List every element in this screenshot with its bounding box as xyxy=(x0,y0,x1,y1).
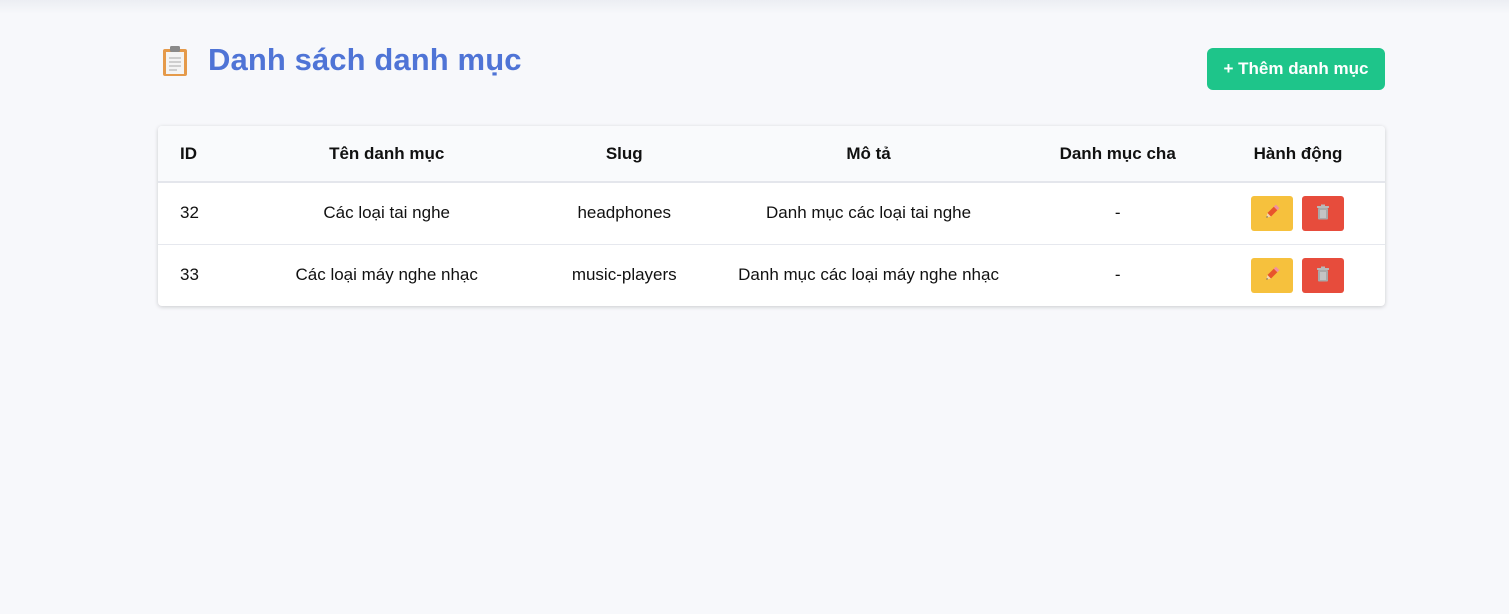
cell-actions xyxy=(1211,244,1385,306)
page-title-text: Danh sách danh mục xyxy=(208,42,522,77)
category-table: ID Tên danh mục Slug Mô tả Danh mục cha … xyxy=(158,126,1385,306)
edit-button[interactable] xyxy=(1251,257,1294,293)
column-header-actions: Hành động xyxy=(1253,143,1343,163)
edit-button[interactable] xyxy=(1251,195,1294,231)
table-header-row: ID Tên danh mục Slug Mô tả Danh mục cha … xyxy=(158,126,1385,182)
pencil-icon xyxy=(1263,265,1281,286)
add-category-button[interactable]: + Thêm danh mục xyxy=(1207,48,1385,90)
top-shadow xyxy=(0,0,1509,14)
page-title: Danh sách danh mục xyxy=(162,40,522,80)
pencil-icon xyxy=(1263,203,1281,224)
trash-icon xyxy=(1314,265,1332,286)
cell-slug: headphones xyxy=(577,203,672,223)
cell-parent: - xyxy=(1114,265,1121,285)
row-actions xyxy=(1212,195,1384,231)
cell-id: 33 xyxy=(180,265,199,285)
cell-description: Danh mục các loại tai nghe xyxy=(766,203,972,223)
column-header-name: Tên danh mục xyxy=(329,143,445,163)
cell-actions xyxy=(1211,182,1385,244)
delete-button[interactable] xyxy=(1302,257,1345,293)
trash-icon xyxy=(1314,203,1332,224)
cell-name: Các loại máy nghe nhạc xyxy=(295,265,478,285)
clipboard-icon xyxy=(162,45,188,76)
table-row: 33 Các loại máy nghe nhạc music-players … xyxy=(158,244,1385,306)
column-header-slug: Slug xyxy=(605,143,643,163)
column-header-id: ID xyxy=(180,143,197,163)
cell-description: Danh mục các loại máy nghe nhạc xyxy=(738,265,999,285)
cell-name: Các loại tai nghe xyxy=(323,203,450,223)
cell-parent: - xyxy=(1114,203,1121,223)
column-header-description: Mô tả xyxy=(846,143,891,163)
category-table-card: ID Tên danh mục Slug Mô tả Danh mục cha … xyxy=(158,126,1385,306)
delete-button[interactable] xyxy=(1302,195,1345,231)
table-row: 32 Các loại tai nghe headphones Danh mục… xyxy=(158,182,1385,244)
page-header: Danh sách danh mục + Thêm danh mục xyxy=(158,40,1385,92)
row-actions xyxy=(1212,257,1384,293)
column-header-parent: Danh mục cha xyxy=(1059,143,1176,163)
cell-id: 32 xyxy=(180,203,199,223)
cell-slug: music-players xyxy=(571,265,677,285)
